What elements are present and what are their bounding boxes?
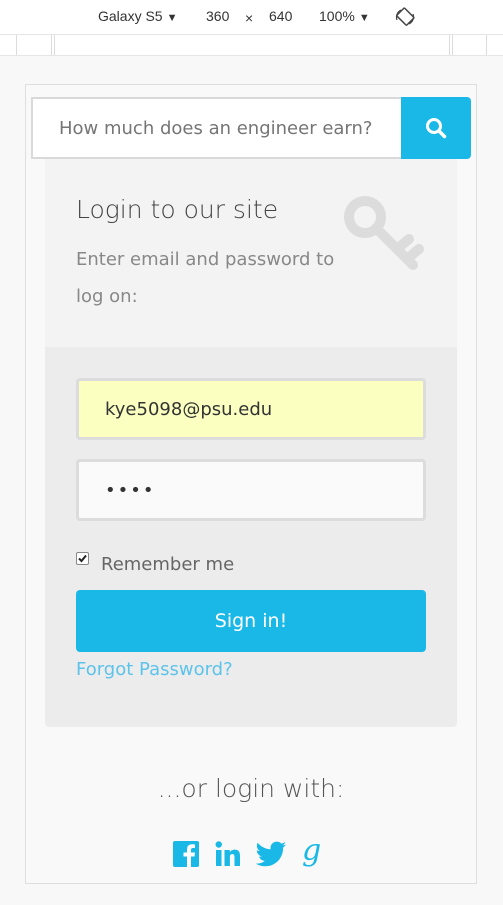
forgot-password-link[interactable]: Forgot Password? bbox=[76, 659, 233, 680]
login-form: Remember me Sign in! Forgot Password? bbox=[45, 347, 457, 727]
svg-text:g: g bbox=[302, 838, 321, 868]
login-description: Enter email and password to log on: bbox=[76, 249, 335, 307]
checkmark-icon bbox=[78, 554, 87, 563]
media-query-ruler bbox=[0, 34, 503, 56]
device-toolbar: Galaxy S5 ▼ 360 × 640 100% ▼ bbox=[0, 0, 503, 34]
key-icon bbox=[344, 196, 424, 270]
password-field[interactable] bbox=[76, 459, 426, 521]
remember-me-label: Remember me bbox=[101, 554, 235, 575]
device-name: Galaxy S5 bbox=[98, 8, 163, 24]
search-box bbox=[31, 97, 403, 159]
search-button[interactable] bbox=[401, 97, 471, 159]
device-dropdown-arrow-icon: ▼ bbox=[166, 12, 178, 24]
login-title: Login to our site bbox=[76, 195, 279, 224]
alt-login-heading: ...or login with: bbox=[157, 774, 345, 803]
google-icon[interactable]: g bbox=[300, 838, 322, 870]
height-input[interactable]: 640 bbox=[269, 8, 292, 24]
sign-in-button[interactable]: Sign in! bbox=[76, 590, 426, 652]
width-input[interactable]: 360 bbox=[206, 8, 229, 24]
login-header: Login to our site Enter email and passwo… bbox=[45, 159, 457, 347]
linkedin-icon[interactable] bbox=[214, 840, 242, 868]
remember-me-row: Remember me bbox=[76, 542, 234, 575]
rotate-icon[interactable] bbox=[394, 6, 416, 28]
email-field[interactable] bbox=[76, 378, 426, 440]
social-login-row: g bbox=[172, 838, 322, 870]
facebook-icon[interactable] bbox=[172, 840, 200, 868]
zoom-select[interactable]: 100% ▼ bbox=[319, 8, 370, 24]
dimension-separator: × bbox=[245, 10, 254, 26]
remember-me-checkbox[interactable] bbox=[76, 552, 89, 565]
zoom-value: 100% bbox=[319, 8, 355, 24]
zoom-dropdown-arrow-icon: ▼ bbox=[358, 12, 370, 24]
device-select[interactable]: Galaxy S5 ▼ bbox=[98, 8, 177, 24]
search-input[interactable] bbox=[33, 99, 401, 157]
search-icon bbox=[426, 118, 447, 139]
twitter-icon[interactable] bbox=[256, 841, 286, 867]
